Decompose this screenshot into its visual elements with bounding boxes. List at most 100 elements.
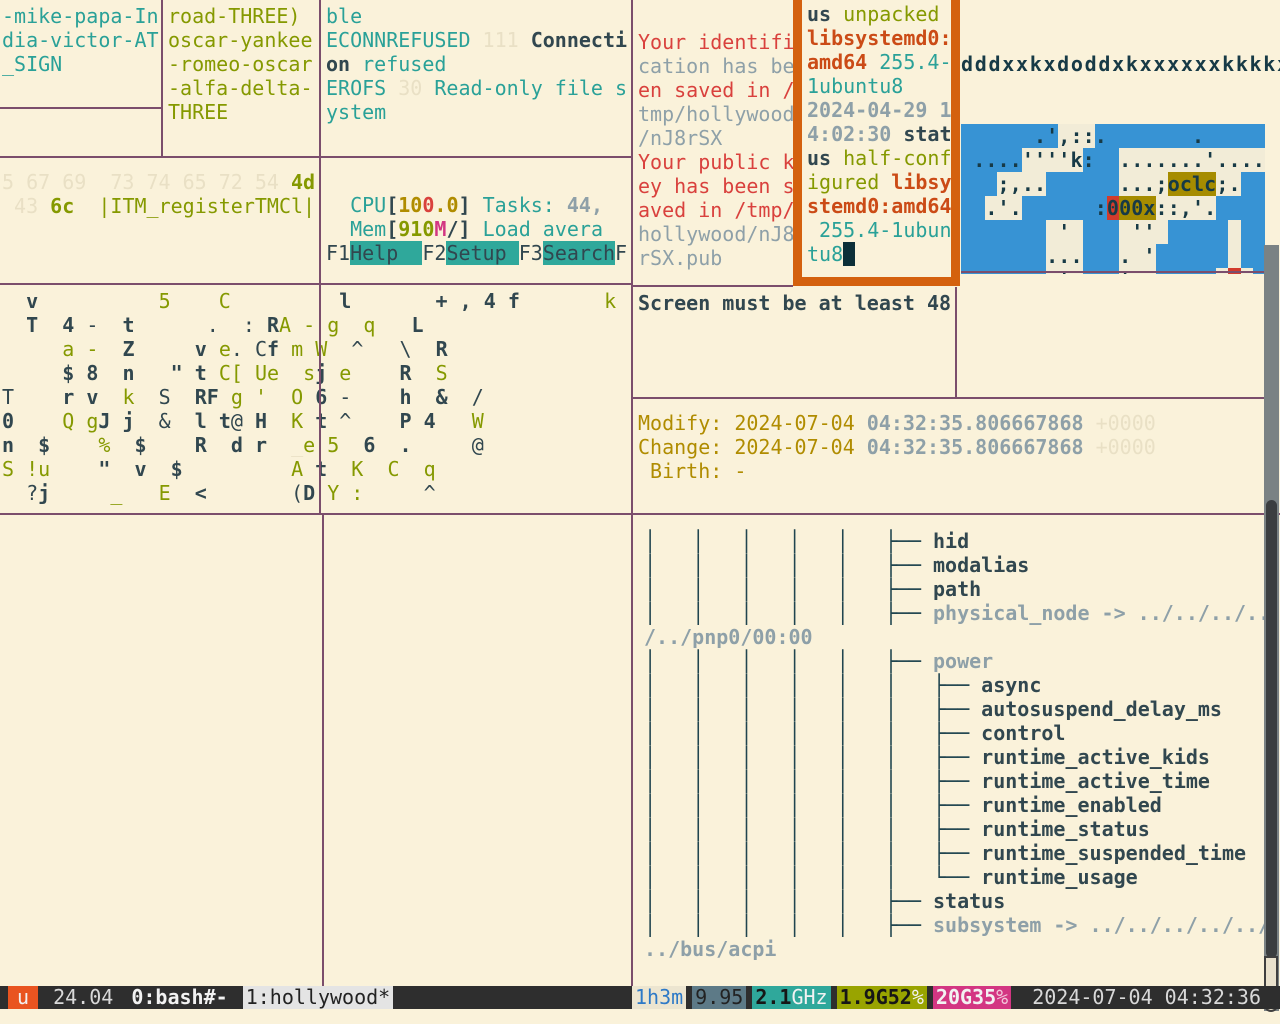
text-segment xyxy=(38,289,158,313)
pane-phonetic-words-left[interactable]: -mike-papa-India-victor-AT_SIGN xyxy=(0,0,162,110)
art-cell xyxy=(1046,220,1058,244)
art-cell xyxy=(1107,220,1119,244)
terminal-text-row: 5 67 69 73 74 65 72 54 4d xyxy=(2,170,320,194)
text-segment: |ITM_registerTMCl| xyxy=(98,194,315,218)
text-segment: ble xyxy=(326,4,362,28)
text-segment: < xyxy=(195,481,207,505)
pane-empty-top-left[interactable] xyxy=(0,109,160,155)
text-segment xyxy=(110,457,134,481)
text-segment xyxy=(448,289,460,313)
text-segment: en saved in / xyxy=(638,78,795,102)
art-cell xyxy=(1095,220,1107,244)
text-segment xyxy=(363,481,423,505)
text-segment: $ xyxy=(62,361,74,385)
scrollbar-thumb[interactable] xyxy=(1266,500,1277,958)
terminal-text-row: ECONNREFUSED 111 Connecti xyxy=(326,28,635,52)
art-map-body: .',::. . ....''''k: .......'.... ;,.. ..… xyxy=(961,124,1280,274)
terminal-text-row: │ │ │ │ │ │ ├── autosuspend_delay_ms xyxy=(644,697,1274,721)
terminal-text-row: │ │ │ │ │ │ ├── runtime_suspended_time xyxy=(644,841,1274,865)
terminal-text-row: tu8 xyxy=(807,242,951,266)
pane-matrix-rain[interactable]: v 5 C l + , 4 f k T 4 - t . : RA - g q L… xyxy=(0,285,632,516)
art-cell xyxy=(1058,172,1070,196)
art-cell xyxy=(1046,196,1058,220)
art-cell xyxy=(961,220,973,244)
text-segment xyxy=(50,457,98,481)
terminal-text-row: ?j _ E < (D Y : ^ xyxy=(2,481,632,505)
text-segment: ^ xyxy=(339,409,351,433)
terminal-text-row: Screen must be at least 48 xyxy=(638,291,958,315)
text-segment xyxy=(412,433,472,457)
art-cell xyxy=(1228,220,1240,244)
text-segment: 4 xyxy=(484,289,496,313)
text-segment: \ xyxy=(400,337,412,361)
text-segment: │ │ │ │ │ │ ├── xyxy=(644,769,981,793)
pane-empty-bottom-left[interactable] xyxy=(0,515,321,984)
terminal-text-row: rSX.pub xyxy=(638,246,797,270)
terminal-text-row: en saved in / xyxy=(638,78,797,102)
art-cell xyxy=(1070,220,1082,244)
pane-errno-messages[interactable]: bleECONNREFUSED 111 Connection refusedER… xyxy=(321,0,635,159)
text-segment xyxy=(2,313,26,337)
pane-empty-bottom-mid[interactable] xyxy=(325,515,630,984)
status-text: 1h3m xyxy=(635,985,683,1009)
pane-empty-right[interactable] xyxy=(957,272,1257,395)
text-segment xyxy=(279,361,303,385)
art-cell: ' xyxy=(1046,148,1058,172)
text-segment: Q xyxy=(62,409,74,433)
art-cell xyxy=(1095,244,1107,268)
terminal-text-row: v 5 C l + , 4 f k xyxy=(2,289,632,313)
text-segment: /../pnp0/00:00 xyxy=(644,625,813,649)
text-segment: aved in /tmp/ xyxy=(638,198,795,222)
text-segment: j xyxy=(38,481,50,505)
pane-stat-timestamps[interactable]: Modify: 2024-07-04 04:32:35.806667868 +0… xyxy=(633,399,1268,523)
status-text: 9.95 xyxy=(695,985,743,1009)
pane-screen-size-warning[interactable]: Screen must be at least 48 xyxy=(633,287,958,399)
text-segment: + xyxy=(436,289,448,313)
status-bar-right: 1h3m9.952.1GHz1.9G52%20G35% 2024-07-04 0… xyxy=(626,986,1280,1009)
text-segment xyxy=(339,481,351,505)
pane-sysfs-tree[interactable]: │ │ │ │ │ ├── hid│ │ │ │ │ ├── modalias│… xyxy=(633,515,1274,998)
text-segment: on xyxy=(326,52,350,76)
text-segment: / xyxy=(446,217,458,241)
text-segment: Z xyxy=(122,337,134,361)
art-cell xyxy=(1204,124,1216,148)
art-cell xyxy=(973,172,985,196)
text-segment xyxy=(471,193,483,217)
text-segment: hid xyxy=(933,529,969,553)
terminal-text-row: Your identifi xyxy=(638,30,797,54)
terminal-text-row: us unpacked xyxy=(807,2,951,26)
art-cell: . xyxy=(1156,148,1168,172)
pane-phonetic-words-right[interactable]: road-THREE)oscar-yankee-romeo-oscar-alfa… xyxy=(163,0,323,159)
distro-version: 24.04 xyxy=(38,986,128,1009)
art-cell xyxy=(1070,196,1082,220)
pane-ascii-art-map[interactable]: dddxxkxdoddxkxxxxxxkkkkxx .',::. . ....'… xyxy=(961,0,1280,274)
terminal-text-row: │ │ │ │ │ ├── physical_node -> ../../../… xyxy=(644,601,1274,625)
text-segment xyxy=(110,433,134,457)
window-tab-bash[interactable]: 0:bash#- xyxy=(128,986,242,1009)
pane-hexdump[interactable]: 5 67 69 73 74 65 72 54 4d 43 6c |ITM_reg… xyxy=(0,158,320,294)
text-segment: k xyxy=(604,289,616,313)
pane-ssh-keygen[interactable]: Your identification has been saved in /t… xyxy=(633,0,797,313)
terminal-text-row: │ │ │ │ │ ├── subsystem -> ../../../../.… xyxy=(644,913,1274,937)
text-segment: Search xyxy=(543,241,615,265)
text-segment xyxy=(207,433,231,457)
art-cell xyxy=(1107,244,1119,268)
text-segment: 255.4-1ubun xyxy=(807,218,952,242)
art-cell xyxy=(1119,220,1131,244)
text-segment: q xyxy=(363,313,375,337)
art-cell: . xyxy=(1131,172,1143,196)
text-segment xyxy=(147,433,195,457)
status-bar: u 24.04 0:bash#- 1:hollywood* 1h3m9.952.… xyxy=(0,986,1280,1009)
art-row: ;,.. ...;oclc;. xyxy=(961,172,1280,196)
text-segment: [ xyxy=(386,193,398,217)
art-cell xyxy=(1083,172,1095,196)
text-segment: subsystem -> ../../../../../ xyxy=(933,913,1270,937)
art-cell: . xyxy=(1131,148,1143,172)
active-pane-dpkg-log[interactable]: us unpackedlibsystemd0:amd64 255.4-1ubun… xyxy=(793,0,960,286)
text-segment: 1ubuntu8 xyxy=(807,74,903,98)
art-cell xyxy=(985,244,997,268)
art-cell: ' xyxy=(1143,244,1155,268)
text-segment: refused xyxy=(350,52,446,76)
text-segment xyxy=(98,361,122,385)
window-tab-hollywood[interactable]: 1:hollywood* xyxy=(243,986,394,1009)
